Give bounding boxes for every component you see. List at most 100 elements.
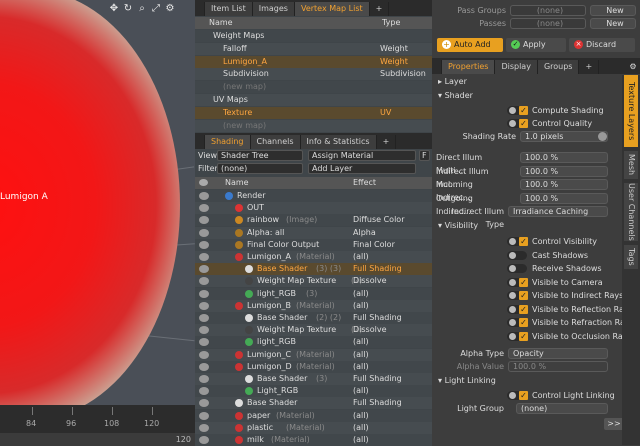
visibility-eye-icon[interactable]: [199, 350, 209, 359]
expand-icon[interactable]: ⤢: [150, 3, 162, 15]
3d-viewport[interactable]: Lumigon A ✥ ↻ ⌕ ⤢ ⚙ 84 96 108 120 120: [0, 0, 195, 446]
add-tab-button[interactable]: +: [377, 135, 397, 149]
visibility-eye-icon[interactable]: [199, 301, 209, 310]
gear-icon[interactable]: ⚙: [164, 3, 176, 15]
tab-groups[interactable]: Groups: [537, 60, 580, 74]
shader-tree-row[interactable]: Render: [195, 190, 432, 202]
visibility-eye-icon[interactable]: [199, 362, 209, 371]
slider-knob-icon[interactable]: [598, 132, 607, 141]
illum-field-value[interactable]: 100.0 %: [520, 165, 608, 177]
illum-field-value[interactable]: 100.0 %: [520, 152, 608, 163]
move-icon[interactable]: ✥: [108, 3, 120, 15]
apply-button[interactable]: ✓ Apply: [506, 38, 566, 52]
indirect-illum-type-dropdown[interactable]: Irradiance Caching: [508, 206, 608, 217]
illum-field-value[interactable]: 100.0 %: [520, 179, 608, 190]
visibility-eye-icon[interactable]: [199, 436, 209, 444]
timeline-bar[interactable]: 120: [0, 433, 195, 446]
shader-tree-row[interactable]: plastic (Material) (all): [195, 421, 432, 434]
shader-tree-row[interactable]: OUT: [195, 202, 432, 215]
visibility-eye-icon[interactable]: [199, 314, 209, 322]
discard-button[interactable]: × Discard: [569, 38, 635, 52]
shader-tree-row[interactable]: Base Shader (2) (2) Full Shading: [195, 312, 432, 324]
auto-add-button[interactable]: + Auto Add: [437, 38, 503, 52]
alpha-value-field[interactable]: 100.0 %: [508, 361, 608, 372]
visibility-eye-icon[interactable]: [199, 240, 209, 249]
visibility-eye-icon[interactable]: [199, 387, 209, 396]
tab-images[interactable]: Images: [252, 2, 295, 16]
visibility-eye-icon[interactable]: [199, 204, 209, 213]
layer-section[interactable]: ▸ Layer: [438, 76, 467, 88]
visibility-eye-icon[interactable]: [199, 326, 209, 335]
shader-tree-row[interactable]: milk (Material) (all): [195, 434, 432, 446]
visibility-toggle[interactable]: [507, 264, 527, 273]
shader-tree-row[interactable]: Alpha: all Alpha: [195, 226, 432, 239]
passes-dropdown[interactable]: (none): [510, 18, 586, 29]
visibility-eye-icon[interactable]: [199, 411, 209, 420]
visibility-section[interactable]: ▾ Visibility: [438, 220, 478, 232]
panel-grip-icon[interactable]: [195, 135, 205, 149]
add-layer-dropdown[interactable]: Add Layer: [308, 163, 416, 174]
panel-grip-icon[interactable]: [432, 60, 442, 74]
shader-tree-row[interactable]: Final Color Output Final Color: [195, 238, 432, 251]
visibility-eye-icon[interactable]: [199, 375, 209, 383]
rotate-icon[interactable]: ↻: [122, 3, 134, 15]
visibility-checkbox[interactable]: ✓: [519, 318, 528, 327]
shader-tree-row[interactable]: rainbow (Image) Diffuse Color: [195, 214, 432, 227]
vmap-row[interactable]: Falloff Weight: [195, 42, 432, 55]
shader-tree-row[interactable]: paper (Material) (all): [195, 409, 432, 422]
visibility-checkbox[interactable]: ✓: [519, 277, 528, 287]
visibility-eye-icon[interactable]: [199, 265, 209, 274]
search-icon[interactable]: ⌕: [136, 3, 148, 15]
shader-tree-row[interactable]: Base Shader (3) (3) Full Shading: [195, 263, 432, 276]
add-tab-button[interactable]: +: [370, 2, 390, 16]
alpha-type-dropdown[interactable]: Opacity: [508, 348, 608, 359]
visibility-eye-icon[interactable]: [199, 253, 209, 261]
control-quality-checkbox[interactable]: ✓: [519, 119, 528, 128]
vmap-row[interactable]: Texture UV: [195, 106, 432, 119]
visibility-checkbox[interactable]: ✓: [519, 291, 528, 300]
tab-texture-layers[interactable]: Texture Layers: [624, 75, 638, 147]
visibility-eye-icon[interactable]: [199, 192, 209, 200]
visibility-eye-icon[interactable]: [199, 228, 209, 237]
panel-grip-icon[interactable]: [195, 2, 205, 16]
visibility-eye-icon[interactable]: [199, 399, 209, 408]
shader-tree-row[interactable]: Base Shader Full Shading: [195, 397, 432, 410]
visibility-checkbox[interactable]: ✓: [519, 331, 528, 341]
vmap-row[interactable]: (new map): [195, 119, 432, 132]
new-pass-button[interactable]: New: [590, 18, 636, 29]
vmap-row[interactable]: Subdivision Subdivision: [195, 68, 432, 81]
shader-tree-row[interactable]: Weight Map Texture (2) Dissolve: [195, 275, 432, 288]
shading-rate-field[interactable]: 1.0 pixels: [520, 131, 608, 142]
visibility-toggle[interactable]: [507, 250, 527, 260]
tab-vertex-map-list[interactable]: Vertex Map List: [294, 2, 370, 16]
compute-shading-checkbox[interactable]: ✓: [519, 106, 528, 115]
visibility-eye-icon[interactable]: [199, 277, 209, 286]
assign-material-dropdown[interactable]: Assign Material: [308, 150, 416, 161]
tab-properties[interactable]: Properties: [442, 60, 496, 74]
visibility-eye-icon[interactable]: [199, 216, 209, 225]
vmap-row[interactable]: Weight Maps: [195, 30, 432, 42]
vmap-row[interactable]: UV Maps: [195, 94, 432, 106]
timeline-ruler[interactable]: 84 96 108 120: [0, 405, 195, 433]
gear-icon[interactable]: ⚙: [626, 60, 640, 74]
shader-tree-row[interactable]: Lumigon_D (Material) (all): [195, 360, 432, 373]
new-pass-group-button[interactable]: New: [590, 5, 636, 16]
shader-tree-row[interactable]: Light_RGB (all): [195, 385, 432, 398]
light-linking-section[interactable]: ▾ Light Linking: [438, 375, 496, 387]
visibility-eye-icon[interactable]: [199, 289, 209, 298]
visibility-eye-icon[interactable]: [199, 423, 209, 432]
pass-groups-dropdown[interactable]: (none): [510, 5, 586, 16]
filter-dropdown[interactable]: (none): [217, 163, 303, 174]
view-dropdown[interactable]: Shader Tree: [217, 150, 303, 161]
shader-tree-row[interactable]: Lumigon_B (Material) (all): [195, 299, 432, 312]
more-button[interactable]: >>: [604, 418, 624, 430]
tab-tags[interactable]: Tags: [624, 245, 638, 269]
light-group-dropdown[interactable]: (none): [516, 403, 608, 414]
red-sphere-mesh[interactable]: [0, 0, 180, 420]
shader-tree-row[interactable]: Weight Map Texture (2) Dissolve: [195, 324, 432, 337]
f-button[interactable]: F: [419, 150, 430, 161]
control-light-linking-checkbox[interactable]: ✓: [519, 391, 528, 400]
tab-info-statistics[interactable]: Info & Statistics: [300, 135, 377, 149]
vmap-row[interactable]: Lumigon_A Weight: [195, 55, 432, 68]
tab-item-list[interactable]: Item List: [205, 2, 253, 16]
